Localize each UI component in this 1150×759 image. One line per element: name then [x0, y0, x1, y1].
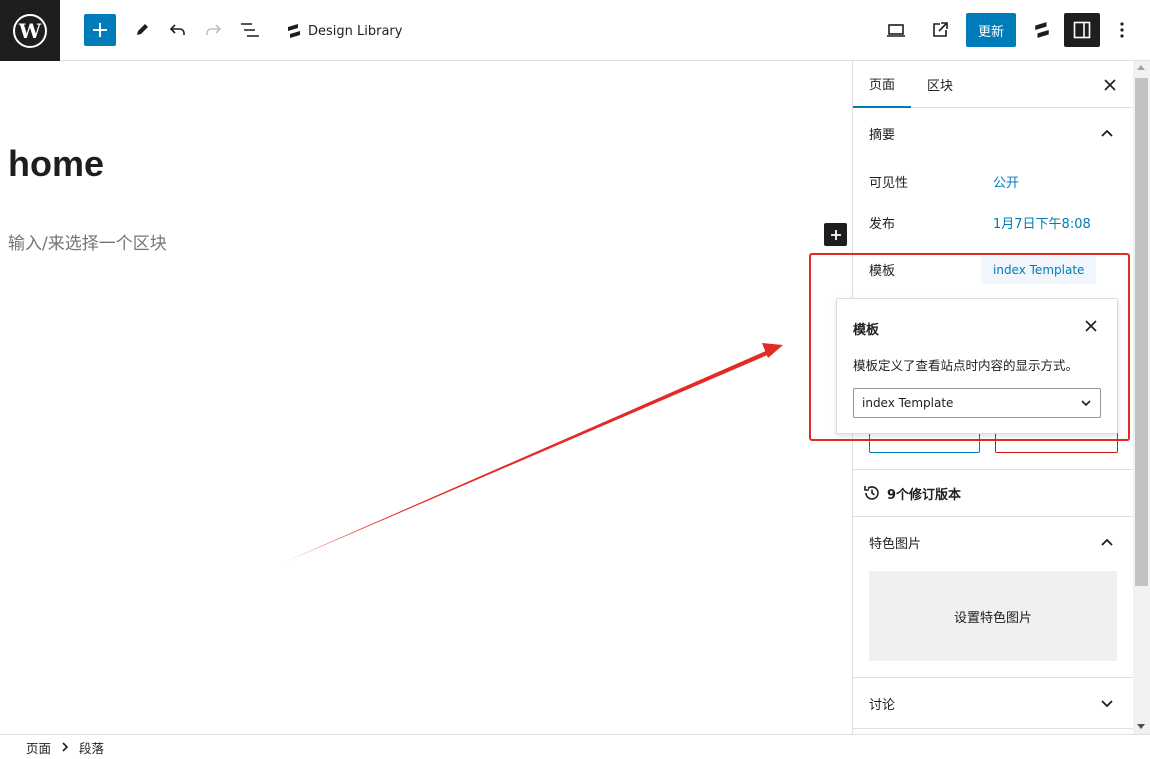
- tab-page[interactable]: 页面: [853, 61, 911, 108]
- preview-device-button[interactable]: [880, 14, 912, 46]
- annotation-highlight-box: [809, 253, 1130, 441]
- settings-sidebar-toggle[interactable]: [1064, 13, 1100, 47]
- chevron-up-icon: [1101, 129, 1113, 137]
- discussion-panel-toggle[interactable]: 讨论: [853, 678, 1134, 728]
- sidebar-tabs: 页面 区块: [853, 61, 1134, 108]
- visibility-value-button[interactable]: 公开: [993, 172, 1019, 191]
- history-icon: [864, 486, 879, 500]
- sidebar-scrollbar[interactable]: [1133, 61, 1150, 734]
- laptop-icon: [887, 24, 905, 37]
- close-sidebar-button[interactable]: [1100, 61, 1120, 108]
- view-page-button[interactable]: [924, 14, 956, 46]
- more-options-button[interactable]: [1106, 14, 1138, 46]
- set-featured-image-button[interactable]: 设置特色图片: [869, 571, 1117, 661]
- scroll-down-arrow-icon[interactable]: [1137, 724, 1145, 729]
- divider: [853, 728, 1134, 729]
- divider: [853, 469, 1134, 470]
- update-button[interactable]: 更新: [966, 13, 1016, 47]
- summary-title: 摘要: [869, 127, 896, 143]
- annotation-arrow: [285, 343, 783, 562]
- stackable-icon: [1035, 22, 1049, 38]
- close-icon: [1104, 78, 1116, 91]
- revisions-button[interactable]: 9个修订版本: [863, 481, 961, 505]
- featured-image-panel-toggle[interactable]: 特色图片: [853, 517, 1134, 567]
- summary-panel-toggle[interactable]: 摘要: [853, 108, 1134, 158]
- scroll-thumb[interactable]: [1135, 78, 1148, 586]
- publish-date-button[interactable]: 1月7日下午8:08: [993, 213, 1091, 232]
- featured-image-title: 特色图片: [869, 536, 922, 552]
- scroll-up-arrow-icon[interactable]: [1137, 65, 1145, 70]
- chevron-right-icon: [62, 742, 69, 752]
- discussion-title: 讨论: [869, 697, 896, 713]
- visibility-label: 可见性: [869, 176, 909, 191]
- stackable-settings-button[interactable]: [1026, 14, 1058, 46]
- breadcrumb-item-paragraph[interactable]: 段落: [79, 738, 104, 757]
- chevron-up-icon: [1101, 538, 1113, 546]
- vertical-ellipsis-icon: [1120, 22, 1124, 38]
- tab-block[interactable]: 区块: [915, 61, 965, 108]
- breadcrumb-item-page[interactable]: 页面: [26, 738, 51, 757]
- publish-label: 发布: [869, 217, 896, 232]
- breadcrumb: 页面 段落: [0, 734, 1150, 759]
- chevron-down-icon: [1101, 700, 1113, 708]
- sidebar-icon: [1073, 21, 1091, 39]
- external-link-icon: [933, 22, 948, 37]
- revisions-label: 9个修订版本: [887, 487, 962, 503]
